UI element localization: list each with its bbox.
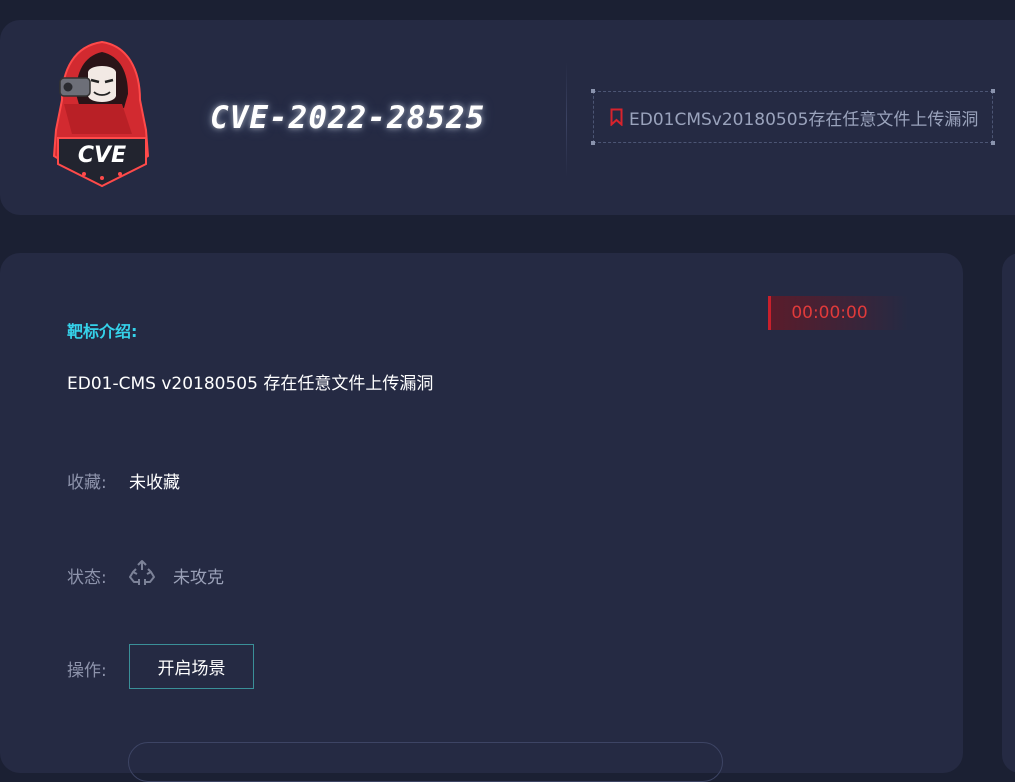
recycle-icon — [128, 559, 156, 587]
favorite-value[interactable]: 未收藏 — [129, 468, 180, 493]
action-label: 操作: — [67, 661, 107, 681]
intro-label: 靶标介绍: — [67, 322, 138, 341]
cve-title: CVE-2022-28525 — [210, 100, 486, 136]
main-card — [0, 253, 963, 773]
start-scene-button[interactable]: 开启场景 — [129, 644, 254, 689]
bottom-field — [128, 742, 723, 782]
corner-dot — [991, 89, 995, 93]
corner-dot — [591, 141, 595, 145]
vuln-tag-text: ED01CMSv20180505存在任意文件上传漏洞 — [629, 109, 979, 130]
timer: 00:00:00 — [768, 296, 908, 330]
bookmark-icon — [610, 108, 623, 126]
svg-text:CVE: CVE — [78, 143, 126, 168]
side-card — [1002, 253, 1015, 773]
status-label: 状态: — [67, 568, 107, 588]
corner-dot — [591, 89, 595, 93]
header-divider — [566, 62, 567, 177]
favorite-label: 收藏: — [67, 473, 107, 493]
intro-text: ED01-CMS v20180505 存在任意文件上传漏洞 — [67, 374, 434, 394]
cve-hacker-logo: CVE — [44, 38, 160, 194]
vuln-tag: ED01CMSv20180505存在任意文件上传漏洞 — [591, 89, 995, 145]
corner-dot — [991, 141, 995, 145]
status-value: 未攻克 — [173, 568, 224, 588]
